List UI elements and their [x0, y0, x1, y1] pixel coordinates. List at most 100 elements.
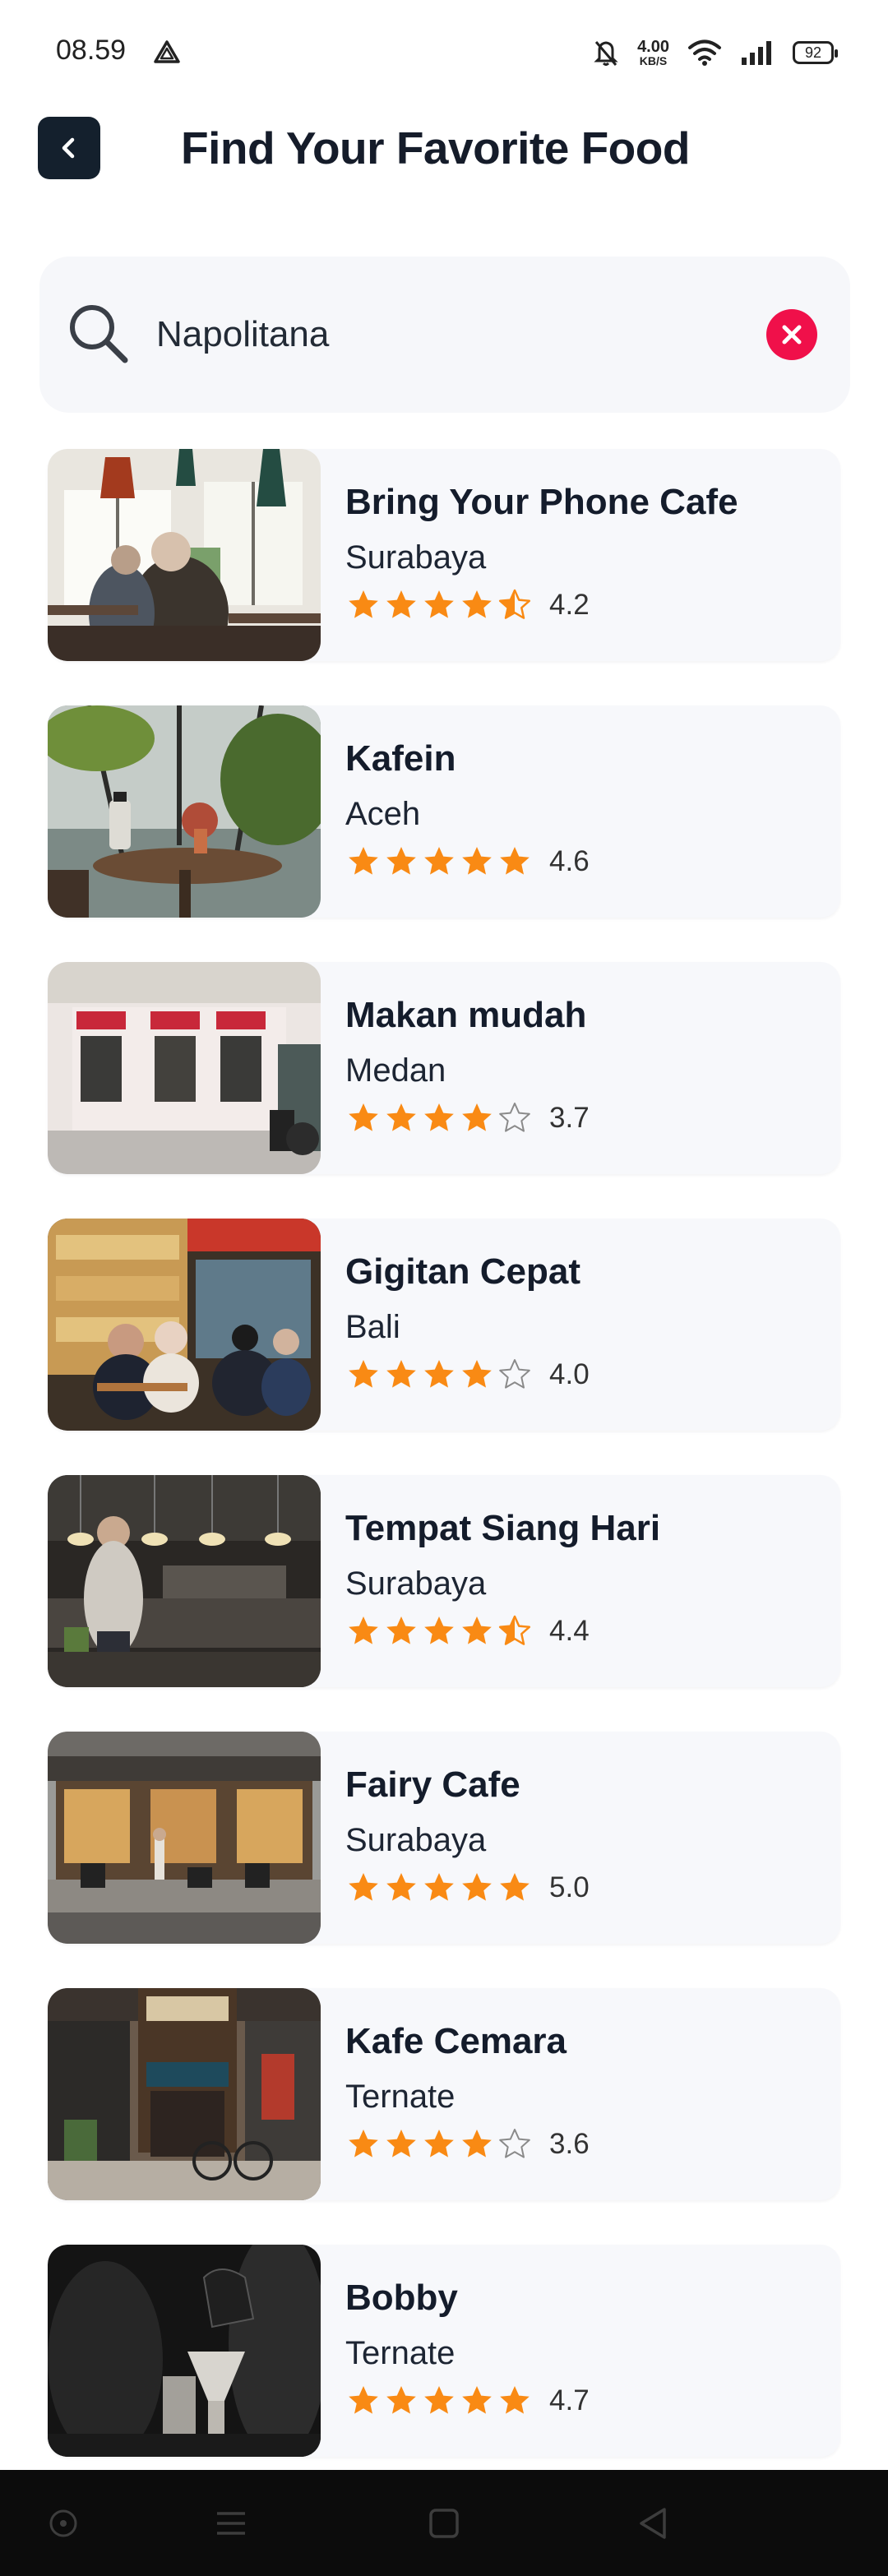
search-icon	[70, 305, 128, 363]
star-filled-icon	[500, 847, 530, 875]
page-title: Find Your Favorite Food	[181, 123, 690, 173]
star-rating	[347, 2384, 536, 2417]
restaurant-name: Fairy Cafe	[345, 1764, 520, 1805]
star-filled-icon	[462, 2386, 492, 2414]
restaurant-card[interactable]: Tempat Siang Hari Surabaya 4.4	[48, 1475, 840, 1687]
restaurant-photo	[48, 1475, 321, 1687]
restaurant-name: Bobby	[345, 2278, 458, 2318]
star-filled-icon	[424, 1103, 454, 1131]
back-icon[interactable]	[635, 2504, 673, 2542]
star-half-icon	[498, 589, 531, 619]
rating-value: 4.2	[549, 589, 590, 621]
restaurant-name: Makan mudah	[345, 995, 587, 1035]
speed-value: 4.00	[637, 38, 669, 56]
star-filled-icon	[462, 590, 492, 618]
star-rating	[347, 1358, 536, 1391]
star-filled-icon	[462, 1103, 492, 1131]
results-list: Bring Your Phone Cafe Surabaya 4.2 Kafei…	[48, 449, 840, 2501]
speed-unit: KB/S	[639, 54, 668, 67]
star-rating	[347, 589, 536, 622]
mute-bell-icon	[594, 41, 618, 66]
star-filled-icon	[386, 1616, 416, 1644]
star-rating	[347, 845, 536, 878]
star-filled-icon	[424, 1360, 454, 1388]
rating: 3.7	[347, 1102, 590, 1135]
status-icons: 4.00 KB/S 92	[593, 35, 838, 71]
search-input[interactable]	[156, 306, 781, 363]
restaurant-name: Tempat Siang Hari	[345, 1508, 661, 1548]
star-filled-icon	[386, 590, 416, 618]
rating-value: 4.6	[549, 845, 590, 877]
restaurant-card[interactable]: Fairy Cafe Surabaya 5.0	[48, 1732, 840, 1944]
rating-value: 3.6	[549, 2128, 590, 2160]
assistant-icon[interactable]	[44, 2504, 82, 2542]
star-filled-icon	[349, 1360, 378, 1388]
restaurant-city: Surabaya	[345, 539, 487, 576]
star-filled-icon	[386, 2386, 416, 2414]
signal-icon	[742, 41, 771, 65]
star-empty-icon	[499, 1103, 530, 1132]
restaurant-card[interactable]: Gigitan Cepat Bali 4.0	[48, 1219, 840, 1431]
star-filled-icon	[424, 1873, 454, 1901]
rating-value: 3.7	[549, 1102, 590, 1134]
restaurant-photo	[48, 1988, 321, 2200]
star-empty-icon	[499, 2129, 530, 2158]
star-filled-icon	[386, 2130, 416, 2157]
star-filled-icon	[386, 1103, 416, 1131]
restaurant-name: Kafein	[345, 738, 456, 779]
star-filled-icon	[424, 2130, 454, 2157]
rating: 4.6	[347, 845, 590, 878]
star-filled-icon	[349, 2386, 378, 2414]
star-filled-icon	[349, 1103, 378, 1131]
star-filled-icon	[462, 1873, 492, 1901]
rating: 5.0	[347, 1871, 590, 1904]
star-empty-icon	[499, 1359, 530, 1389]
rating: 4.2	[347, 589, 590, 622]
restaurant-card[interactable]: Makan mudah Medan 3.7	[48, 962, 840, 1174]
star-rating	[347, 1871, 536, 1904]
home-icon[interactable]	[425, 2504, 463, 2542]
restaurant-card[interactable]: Bobby Ternate 4.7	[48, 2245, 840, 2457]
back-button[interactable]	[38, 117, 100, 179]
close-icon	[782, 325, 802, 345]
restaurant-card[interactable]: Bring Your Phone Cafe Surabaya 4.2	[48, 449, 840, 661]
rating: 4.4	[347, 1615, 590, 1648]
star-rating	[347, 1615, 536, 1648]
network-speed: 4.00 KB/S	[637, 39, 669, 67]
rating-value: 4.7	[549, 2384, 590, 2416]
restaurant-photo	[48, 705, 321, 918]
star-filled-icon	[424, 1616, 454, 1644]
restaurant-card[interactable]: Kafein Aceh 4.6	[48, 705, 840, 918]
restaurant-city: Aceh	[345, 796, 421, 832]
star-filled-icon	[386, 847, 416, 875]
star-filled-icon	[349, 2130, 378, 2157]
search-box	[39, 257, 850, 413]
status-bar: 08.59 4.00 KB/S 92	[0, 0, 888, 107]
chevron-left-icon	[62, 137, 75, 159]
star-filled-icon	[386, 1873, 416, 1901]
restaurant-city: Surabaya	[345, 1822, 487, 1858]
clear-search-button[interactable]	[766, 309, 817, 360]
restaurant-card[interactable]: Kafe Cemara Ternate 3.6	[48, 1988, 840, 2200]
star-filled-icon	[462, 1616, 492, 1644]
drive-icon	[154, 40, 180, 63]
star-filled-icon	[500, 1873, 530, 1901]
star-half-icon	[498, 1615, 531, 1645]
star-filled-icon	[462, 847, 492, 875]
star-filled-icon	[462, 1360, 492, 1388]
rating-value: 5.0	[549, 1871, 590, 1903]
restaurant-photo	[48, 1732, 321, 1944]
star-rating	[347, 2128, 536, 2161]
restaurant-city: Surabaya	[345, 1565, 487, 1602]
battery-level: 92	[804, 44, 822, 61]
battery-icon: 92	[793, 41, 838, 64]
restaurant-name: Kafe Cemara	[345, 2021, 567, 2061]
restaurant-photo	[48, 449, 321, 661]
restaurant-name: Bring Your Phone Cafe	[345, 482, 738, 522]
restaurant-city: Medan	[345, 1052, 446, 1089]
rating-value: 4.0	[549, 1358, 590, 1390]
star-filled-icon	[349, 1616, 378, 1644]
menu-icon[interactable]	[212, 2504, 250, 2542]
star-filled-icon	[424, 2386, 454, 2414]
star-filled-icon	[424, 847, 454, 875]
